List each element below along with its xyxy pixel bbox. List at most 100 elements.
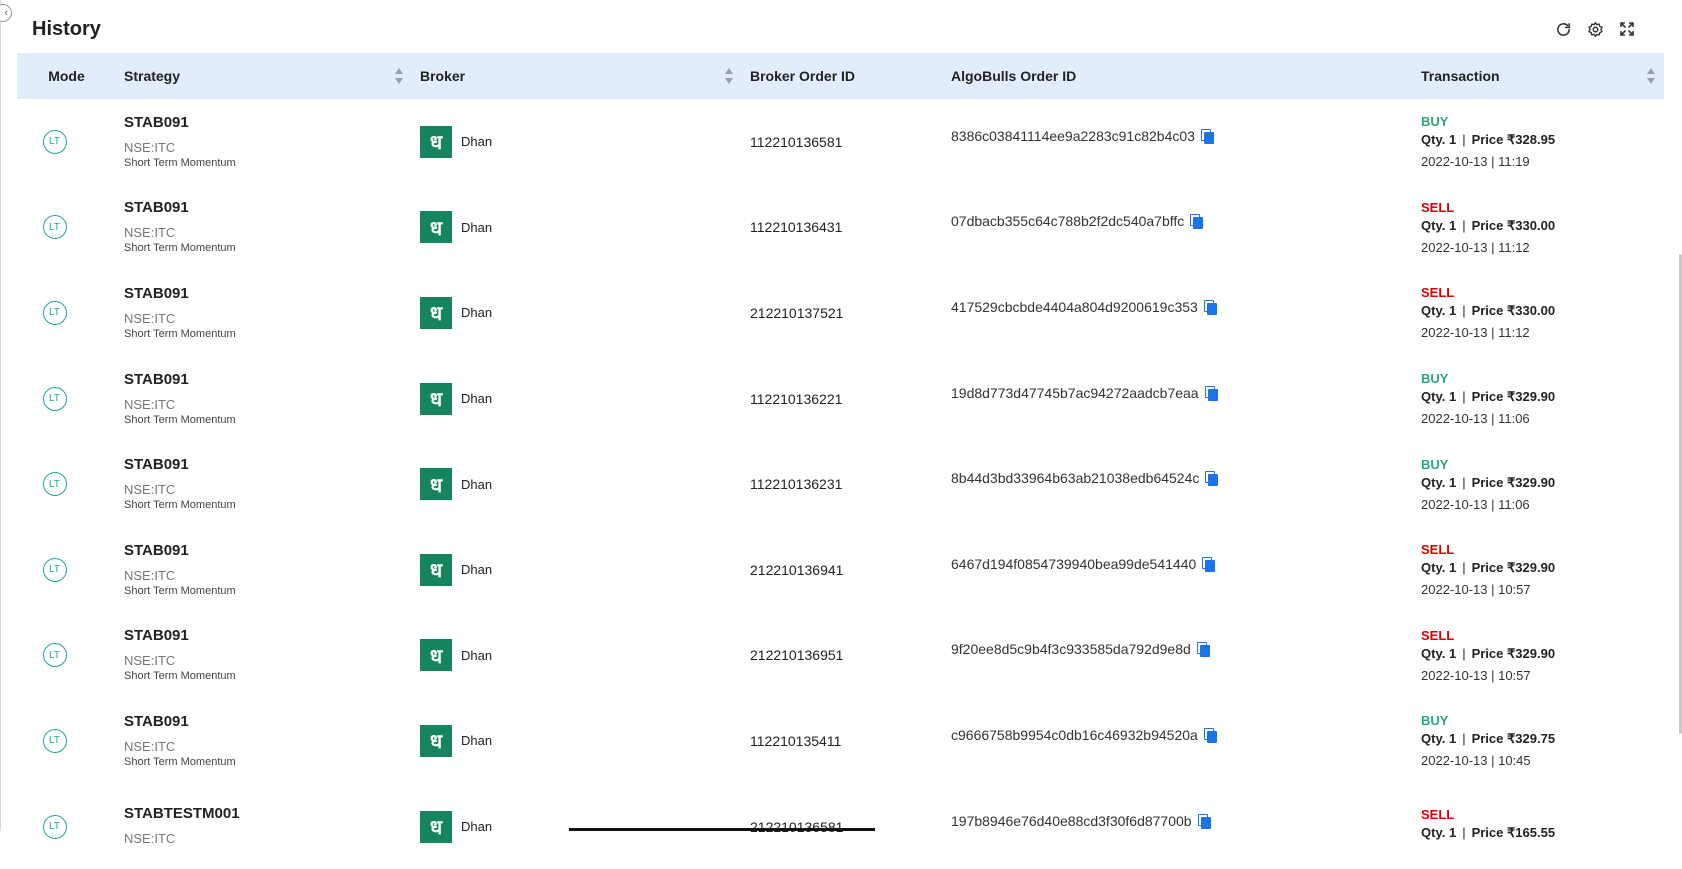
strategy-name[interactable]: STABTESTM001 (124, 805, 412, 823)
copy-icon[interactable] (1203, 299, 1217, 315)
table-row[interactable]: LT STABTESTM001 NSE:ITC ध Dhan 212210136… (17, 784, 1664, 869)
algobulls-order-id-cell: 07dbacb355c64c788b2f2dc540a7bffc (943, 185, 1413, 271)
table-row[interactable]: LT STAB091 NSE:ITC Short Term Momentum ध… (17, 441, 1664, 527)
transaction-type: BUY (1421, 371, 1449, 387)
table-row[interactable]: LT STAB091 NSE:ITC Short Term Momentum ध… (17, 613, 1664, 699)
header-toolbar (1554, 20, 1636, 38)
strategy-description: Short Term Momentum (124, 499, 236, 512)
qty-price: Qty. 1 | Price ₹165.55 (1421, 824, 1556, 840)
algobulls-order-id-cell: 197b8946e76d40e88cd3f30f6d87700b (943, 784, 1413, 869)
vertical-scrollbar[interactable] (1676, 54, 1682, 831)
strategy-description: Short Term Momentum (124, 413, 236, 426)
table-row[interactable]: LT STAB091 NSE:ITC Short Term Momentum ध… (17, 185, 1664, 271)
strategy-description: Short Term Momentum (124, 242, 236, 255)
algobulls-order-id: 197b8946e76d40e88cd3f30f6d87700b (951, 812, 1192, 829)
broker-name: Dhan (461, 134, 493, 150)
broker-cell: ध Dhan (412, 185, 742, 271)
broker-order-id: 212210136581 (750, 818, 844, 835)
qty-label: Qty. (1421, 474, 1446, 490)
mode-badge: LT (42, 814, 67, 839)
algobulls-order-id: 8386c03841114ee9a2283c91c82b4c03 (951, 127, 1195, 144)
qty-price: Qty. 1 | Price ₹329.90 (1421, 389, 1556, 405)
mode-badge: LT (42, 728, 67, 753)
instrument: NSE:ITC (124, 139, 176, 155)
strategy-name[interactable]: STAB091 (124, 713, 412, 731)
column-header-label: Broker Order ID (750, 68, 856, 84)
price-label: Price (1471, 474, 1504, 490)
broker-cell: ध Dhan (412, 356, 742, 442)
copy-icon[interactable] (1205, 471, 1219, 487)
mode-cell: LT (17, 99, 116, 185)
table-row[interactable]: LT STAB091 NSE:ITC Short Term Momentum ध… (17, 698, 1664, 784)
copy-icon[interactable] (1203, 727, 1217, 743)
qty-price: Qty. 1 | Price ₹328.95 (1421, 132, 1556, 148)
copy-icon[interactable] (1202, 556, 1216, 572)
column-header-transaction[interactable]: Transaction (1413, 53, 1664, 99)
algobulls-order-id: 417529cbcbde4404a804d9200619c353 (951, 298, 1198, 315)
strategy-name[interactable]: STAB091 (124, 285, 412, 303)
strategy-name[interactable]: STAB091 (124, 627, 412, 645)
strategy-name[interactable]: STAB091 (124, 114, 412, 132)
qty-value: 1 (1448, 132, 1457, 148)
copy-icon[interactable] (1200, 128, 1214, 144)
broker-cell: ध Dhan (412, 441, 742, 527)
refresh-icon[interactable] (1554, 20, 1572, 38)
transaction-cell: BUY Qty. 1 | Price ₹329.90 2022-10-13 | 11… (1413, 356, 1664, 442)
qty-label: Qty. (1421, 824, 1446, 840)
table-row[interactable]: LT STAB091 NSE:ITC Short Term Momentum ध… (17, 527, 1664, 613)
copy-icon[interactable] (1196, 642, 1210, 658)
algobulls-order-id-cell: c9666758b9954c0db16c46932b94520a (943, 698, 1413, 784)
broker-order-id-cell: 212210136581 (742, 784, 943, 869)
table-row[interactable]: LT STAB091 NSE:ITC Short Term Momentum ध… (17, 99, 1664, 185)
fullscreen-icon[interactable] (1618, 20, 1636, 38)
price-value: ₹329.90 (1507, 645, 1556, 661)
strategy-cell: STAB091 NSE:ITC Short Term Momentum (116, 185, 412, 271)
strategy-name[interactable]: STAB091 (124, 199, 412, 217)
transaction-datetime: 2022-10-13 | 10:57 (1421, 667, 1531, 683)
transaction-datetime: 2022-10-13 | 11:12 (1421, 239, 1530, 255)
collapse-sidebar-button[interactable]: ‹ (0, 4, 12, 22)
column-header-label: Strategy (124, 68, 181, 84)
sort-icon[interactable] (1646, 68, 1655, 84)
table-row[interactable]: LT STAB091 NSE:ITC Short Term Momentum ध… (17, 270, 1664, 356)
column-header-broker[interactable]: Broker (412, 53, 742, 99)
broker-logo: ध (420, 724, 452, 757)
qty-label: Qty. (1421, 217, 1446, 233)
strategy-description: Short Term Momentum (124, 327, 236, 340)
strategy-name[interactable]: STAB091 (124, 371, 412, 389)
sort-icon[interactable] (724, 68, 733, 84)
qty-price: Qty. 1 | Price ₹329.90 (1421, 645, 1556, 661)
mode-cell: LT (17, 185, 116, 271)
copy-icon[interactable] (1190, 214, 1204, 230)
strategy-name[interactable]: STAB091 (124, 456, 412, 474)
transaction-cell: BUY Qty. 1 | Price ₹329.90 2022-10-13 | 11… (1413, 441, 1664, 527)
broker-name: Dhan (461, 476, 493, 492)
table-row[interactable]: LT STAB091 NSE:ITC Short Term Momentum ध… (17, 356, 1664, 442)
broker-cell: ध Dhan (412, 613, 742, 699)
broker-name: Dhan (461, 819, 493, 835)
transaction-cell: SELL Qty. 1 | Price ₹165.55 (1413, 784, 1664, 869)
qty-price: Qty. 1 | Price ₹330.00 (1421, 217, 1556, 233)
column-header-strategy[interactable]: Strategy (116, 53, 412, 99)
copy-icon[interactable] (1197, 813, 1211, 829)
price-value: ₹329.90 (1507, 474, 1556, 490)
sort-icon[interactable] (394, 68, 403, 84)
broker-order-id: 112210136431 (750, 219, 843, 236)
qty-label: Qty. (1421, 645, 1446, 661)
strategy-cell: STAB091 NSE:ITC Short Term Momentum (116, 613, 412, 699)
instrument: NSE:ITC (124, 396, 176, 412)
copy-icon[interactable] (1204, 385, 1218, 401)
broker-order-id-cell: 112210136581 (742, 99, 943, 185)
price-value: ₹329.90 (1507, 560, 1556, 576)
broker-cell: ध Dhan (412, 527, 742, 613)
transaction-datetime: 2022-10-13 | 11:06 (1421, 411, 1530, 427)
column-header-label: Broker (420, 68, 466, 84)
algobulls-order-id-cell: 9f20ee8d5c9b4f3c933585da792d9e8d (943, 613, 1413, 699)
mode-cell: LT (17, 784, 116, 869)
gear-icon[interactable] (1586, 20, 1604, 38)
strategy-cell: STABTESTM001 NSE:ITC (116, 784, 412, 869)
price-value: ₹328.95 (1507, 132, 1556, 148)
strategy-name[interactable]: STAB091 (124, 542, 412, 560)
broker-cell: ध Dhan (412, 270, 742, 356)
price-value: ₹329.75 (1507, 731, 1556, 747)
